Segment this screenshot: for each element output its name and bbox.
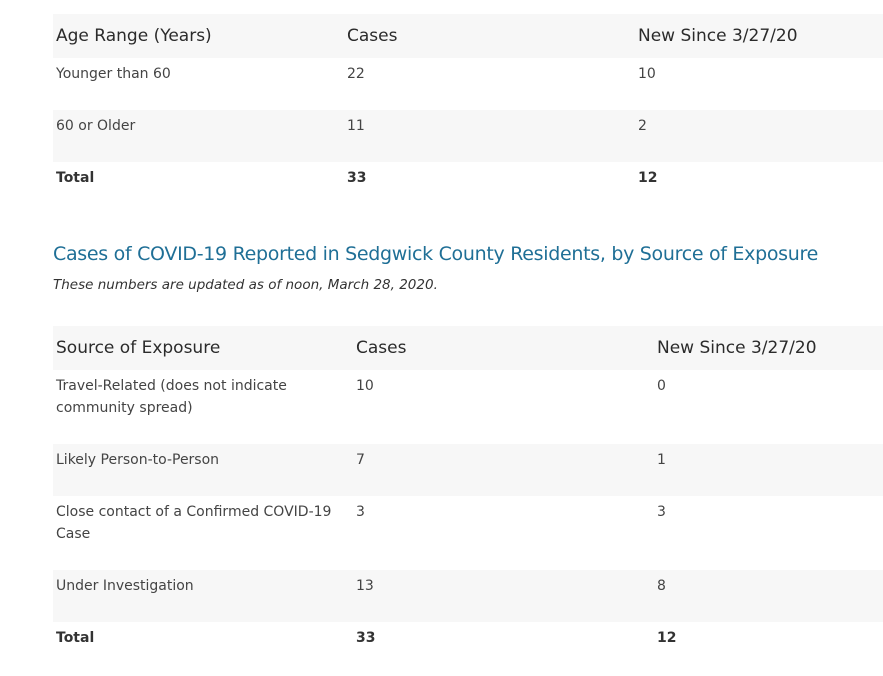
source-cell: Likely Person-to-Person [53, 444, 353, 496]
cases-cell: 3 [356, 504, 365, 520]
source-of-exposure-table: Source of Exposure Cases New Since 3/27/… [53, 326, 883, 674]
total-cases-cell: 33 [356, 630, 376, 646]
total-new-since-cell: 12 [638, 170, 658, 186]
new-since-cell: 0 [657, 378, 666, 394]
column-header-new-since: New Since 3/27/20 [635, 14, 883, 58]
table-header-row: Age Range (Years) Cases New Since 3/27/2… [53, 14, 883, 58]
source-cell: Close contact of a Confirmed COVID-19 Ca… [56, 504, 332, 542]
cases-cell: 22 [347, 66, 365, 82]
source-cell: Travel-Related (does not indicate commun… [56, 378, 287, 416]
new-since-cell: 8 [654, 570, 883, 622]
exposure-section-title: Cases of COVID-19 Reported in Sedgwick C… [53, 243, 818, 265]
age-range-cell: 60 or Older [53, 110, 344, 162]
new-since-cell: 1 [654, 444, 883, 496]
table-row: Travel-Related (does not indicate commun… [53, 370, 883, 444]
table-row: Close contact of a Confirmed COVID-19 Ca… [53, 496, 883, 570]
total-new-since-cell: 12 [657, 630, 677, 646]
exposure-update-note: These numbers are updated as of noon, Ma… [53, 277, 438, 293]
column-header-cases: Cases [344, 14, 635, 58]
column-header-cases: Cases [353, 326, 654, 370]
total-cases-cell: 33 [347, 170, 367, 186]
new-since-cell: 2 [635, 110, 883, 162]
source-cell: Under Investigation [53, 570, 353, 622]
age-range-cell: Younger than 60 [56, 66, 171, 82]
cases-cell: 10 [356, 378, 374, 394]
column-header-new-since: New Since 3/27/20 [654, 326, 883, 370]
total-label-cell: Total [56, 170, 95, 186]
total-label-cell: Total [56, 630, 95, 646]
age-range-table: Age Range (Years) Cases New Since 3/27/2… [53, 14, 883, 214]
table-row: 60 or Older 11 2 [53, 110, 883, 162]
table-total-row: Total 33 12 [53, 622, 883, 674]
table-row: Under Investigation 13 8 [53, 570, 883, 622]
cases-cell: 13 [353, 570, 654, 622]
table-row: Likely Person-to-Person 7 1 [53, 444, 883, 496]
table-header-row: Source of Exposure Cases New Since 3/27/… [53, 326, 883, 370]
column-header-source: Source of Exposure [53, 326, 353, 370]
table-row: Younger than 60 22 10 [53, 58, 883, 110]
cases-cell: 11 [344, 110, 635, 162]
new-since-cell: 10 [638, 66, 656, 82]
cases-cell: 7 [353, 444, 654, 496]
table-total-row: Total 33 12 [53, 162, 883, 214]
new-since-cell: 3 [657, 504, 666, 520]
column-header-age-range: Age Range (Years) [53, 14, 344, 58]
